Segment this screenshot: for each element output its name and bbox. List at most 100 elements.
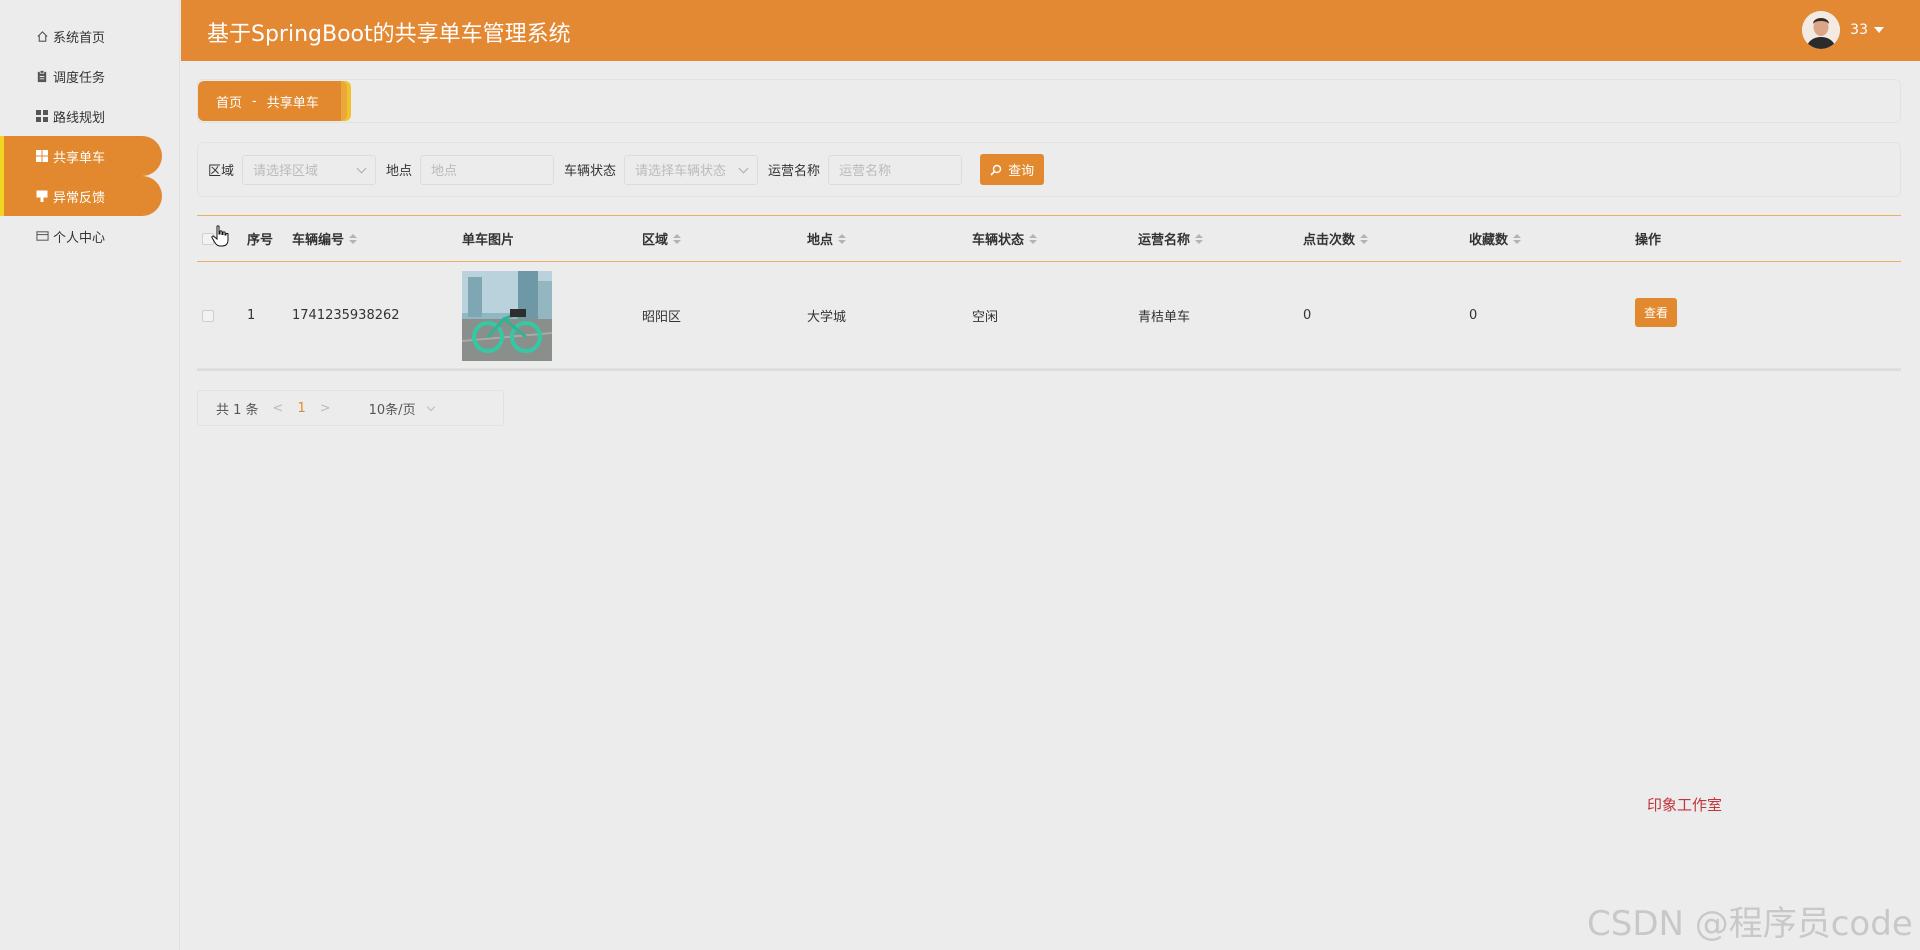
page-number-button[interactable]: 1	[297, 401, 305, 416]
col-header-label: 序号	[247, 233, 274, 248]
col-header-label: 车辆状态	[972, 233, 1025, 248]
watermark: CSDN @程序员code	[1587, 904, 1913, 944]
pagination: 共 1 条 < 1 > 10条/页	[197, 390, 504, 426]
sidebar-item-shared-bike[interactable]: 共享单车	[0, 136, 162, 176]
table-row: 1 1741235938262 昭阳区 大学城 空闲 青桔单车 0 0 查看	[197, 263, 1901, 369]
page-size-select[interactable]: 10条/页	[368, 399, 435, 418]
sidebar-item-label: 系统首页	[53, 30, 106, 46]
sort-icon[interactable]	[1360, 233, 1369, 244]
status-label: 车辆状态	[564, 164, 617, 179]
user-menu[interactable]: 33	[1802, 11, 1884, 49]
sidebar-item-label: 个人中心	[53, 230, 106, 246]
studio-label: 印象工作室	[1647, 796, 1723, 814]
col-header-location[interactable]: 地点	[807, 216, 847, 261]
sidebar-menu: 系统首页 调度任务 路线规划 共享单车 异常反馈 个人中心	[0, 16, 180, 256]
col-header-label: 车辆编号	[292, 233, 345, 248]
sort-icon[interactable]	[349, 233, 358, 244]
search-form: 区域 请选择区域 地点 地点 车辆状态 请选择车辆状态 运营名称 运营名称 查询	[197, 142, 1901, 197]
sort-icon[interactable]	[1195, 233, 1204, 244]
flag-icon	[35, 189, 49, 203]
cell-clicks: 0	[1303, 308, 1312, 323]
col-header-operator[interactable]: 运营名称	[1138, 216, 1204, 261]
operator-label: 运营名称	[768, 164, 821, 179]
breadcrumb-separator: -	[252, 93, 257, 109]
col-header-label: 区域	[642, 233, 669, 248]
region-label: 区域	[208, 164, 235, 179]
col-header-label: 运营名称	[1138, 233, 1191, 248]
status-select[interactable]: 请选择车辆状态	[624, 154, 759, 185]
pagination-total: 共 1 条	[216, 402, 259, 418]
bike-table: 序号 车辆编号 单车图片 区域 地点 车辆状态 运营名称 点击次数 收藏数 操作…	[197, 215, 1901, 371]
view-button[interactable]: 查看	[1635, 298, 1678, 327]
col-header-bike-image: 单车图片	[462, 216, 514, 261]
bike-photo[interactable]	[462, 270, 552, 361]
clipboard-icon	[35, 69, 49, 83]
operator-input[interactable]: 运营名称	[828, 154, 963, 185]
chevron-down-icon	[738, 163, 749, 173]
sidebar-item-home[interactable]: 系统首页	[0, 16, 180, 56]
card-icon	[35, 229, 49, 243]
chevron-down-icon	[356, 163, 367, 173]
avatar[interactable]	[1802, 11, 1841, 49]
cell-operator: 青桔单车	[1138, 310, 1191, 325]
col-header-label: 点击次数	[1303, 233, 1356, 248]
next-page-button[interactable]: >	[320, 401, 331, 416]
col-header-label: 单车图片	[462, 233, 515, 248]
cell-status: 空闲	[972, 310, 999, 325]
status-placeholder: 请选择车辆状态	[635, 164, 727, 179]
region-select[interactable]: 请选择区域	[242, 154, 377, 185]
top-header: 基于SpringBoot的共享单车管理系统 33	[181, 0, 1920, 61]
col-header-clicks[interactable]: 点击次数	[1303, 216, 1369, 261]
home-icon	[35, 29, 49, 43]
region-placeholder: 请选择区域	[253, 164, 319, 179]
col-header-label: 操作	[1635, 233, 1662, 248]
breadcrumb-body: 首页 - 共享单车	[198, 81, 341, 121]
cell-region: 昭阳区	[642, 310, 682, 325]
col-header-favorites[interactable]: 收藏数	[1469, 216, 1522, 261]
location-placeholder: 地点	[431, 164, 458, 179]
location-input[interactable]: 地点	[420, 154, 555, 185]
user-name[interactable]: 33	[1850, 22, 1868, 38]
operator-placeholder: 运营名称	[839, 164, 892, 179]
sort-icon[interactable]	[838, 233, 847, 244]
query-button-label: 查询	[1008, 164, 1035, 179]
sidebar-item-profile[interactable]: 个人中心	[0, 216, 180, 256]
col-header-index: 序号	[247, 216, 273, 261]
checkbox[interactable]	[202, 309, 214, 322]
location-label: 地点	[386, 164, 413, 179]
sidebar-item-dispatch[interactable]: 调度任务	[0, 56, 180, 96]
col-header-status[interactable]: 车辆状态	[972, 216, 1038, 261]
sort-icon[interactable]	[673, 233, 682, 244]
col-header-actions: 操作	[1635, 216, 1661, 261]
cell-index: 1	[247, 308, 256, 323]
page-size-label: 10条/页	[368, 402, 416, 418]
col-header-label: 收藏数	[1469, 233, 1509, 248]
query-button[interactable]: 查询	[980, 154, 1045, 185]
cell-actions: 查看	[1635, 260, 1678, 365]
sort-icon[interactable]	[1513, 233, 1522, 244]
cell-bike-image	[462, 263, 552, 368]
breadcrumb-home[interactable]: 首页	[216, 92, 242, 111]
sidebar-item-label: 调度任务	[53, 70, 106, 86]
breadcrumb: 首页 - 共享单车	[198, 81, 351, 121]
search-icon	[990, 164, 1002, 176]
row-checkbox[interactable]	[202, 263, 214, 368]
sidebar-item-label: 异常反馈	[53, 190, 106, 206]
hand-cursor-icon	[211, 225, 229, 247]
cell-favorites: 0	[1469, 308, 1478, 323]
table-header: 序号 车辆编号 单车图片 区域 地点 车辆状态 运营名称 点击次数 收藏数 操作	[197, 216, 1901, 262]
col-header-region[interactable]: 区域	[642, 216, 682, 261]
col-header-label: 地点	[807, 233, 834, 248]
prev-page-button[interactable]: <	[273, 401, 284, 416]
caret-down-icon[interactable]	[1874, 27, 1884, 33]
sidebar-item-label: 路线规划	[53, 110, 106, 126]
sort-icon[interactable]	[1029, 233, 1038, 244]
grid-icon	[35, 149, 49, 163]
breadcrumb-bar: 首页 - 共享单车	[197, 79, 1901, 123]
col-header-bike-no[interactable]: 车辆编号	[292, 216, 358, 261]
chevron-down-icon	[426, 402, 435, 411]
sidebar-item-feedback[interactable]: 异常反馈	[0, 176, 162, 216]
breadcrumb-current: 共享单车	[266, 95, 319, 111]
sidebar-item-route[interactable]: 路线规划	[0, 96, 180, 136]
sidebar-item-label: 共享单车	[53, 150, 106, 166]
